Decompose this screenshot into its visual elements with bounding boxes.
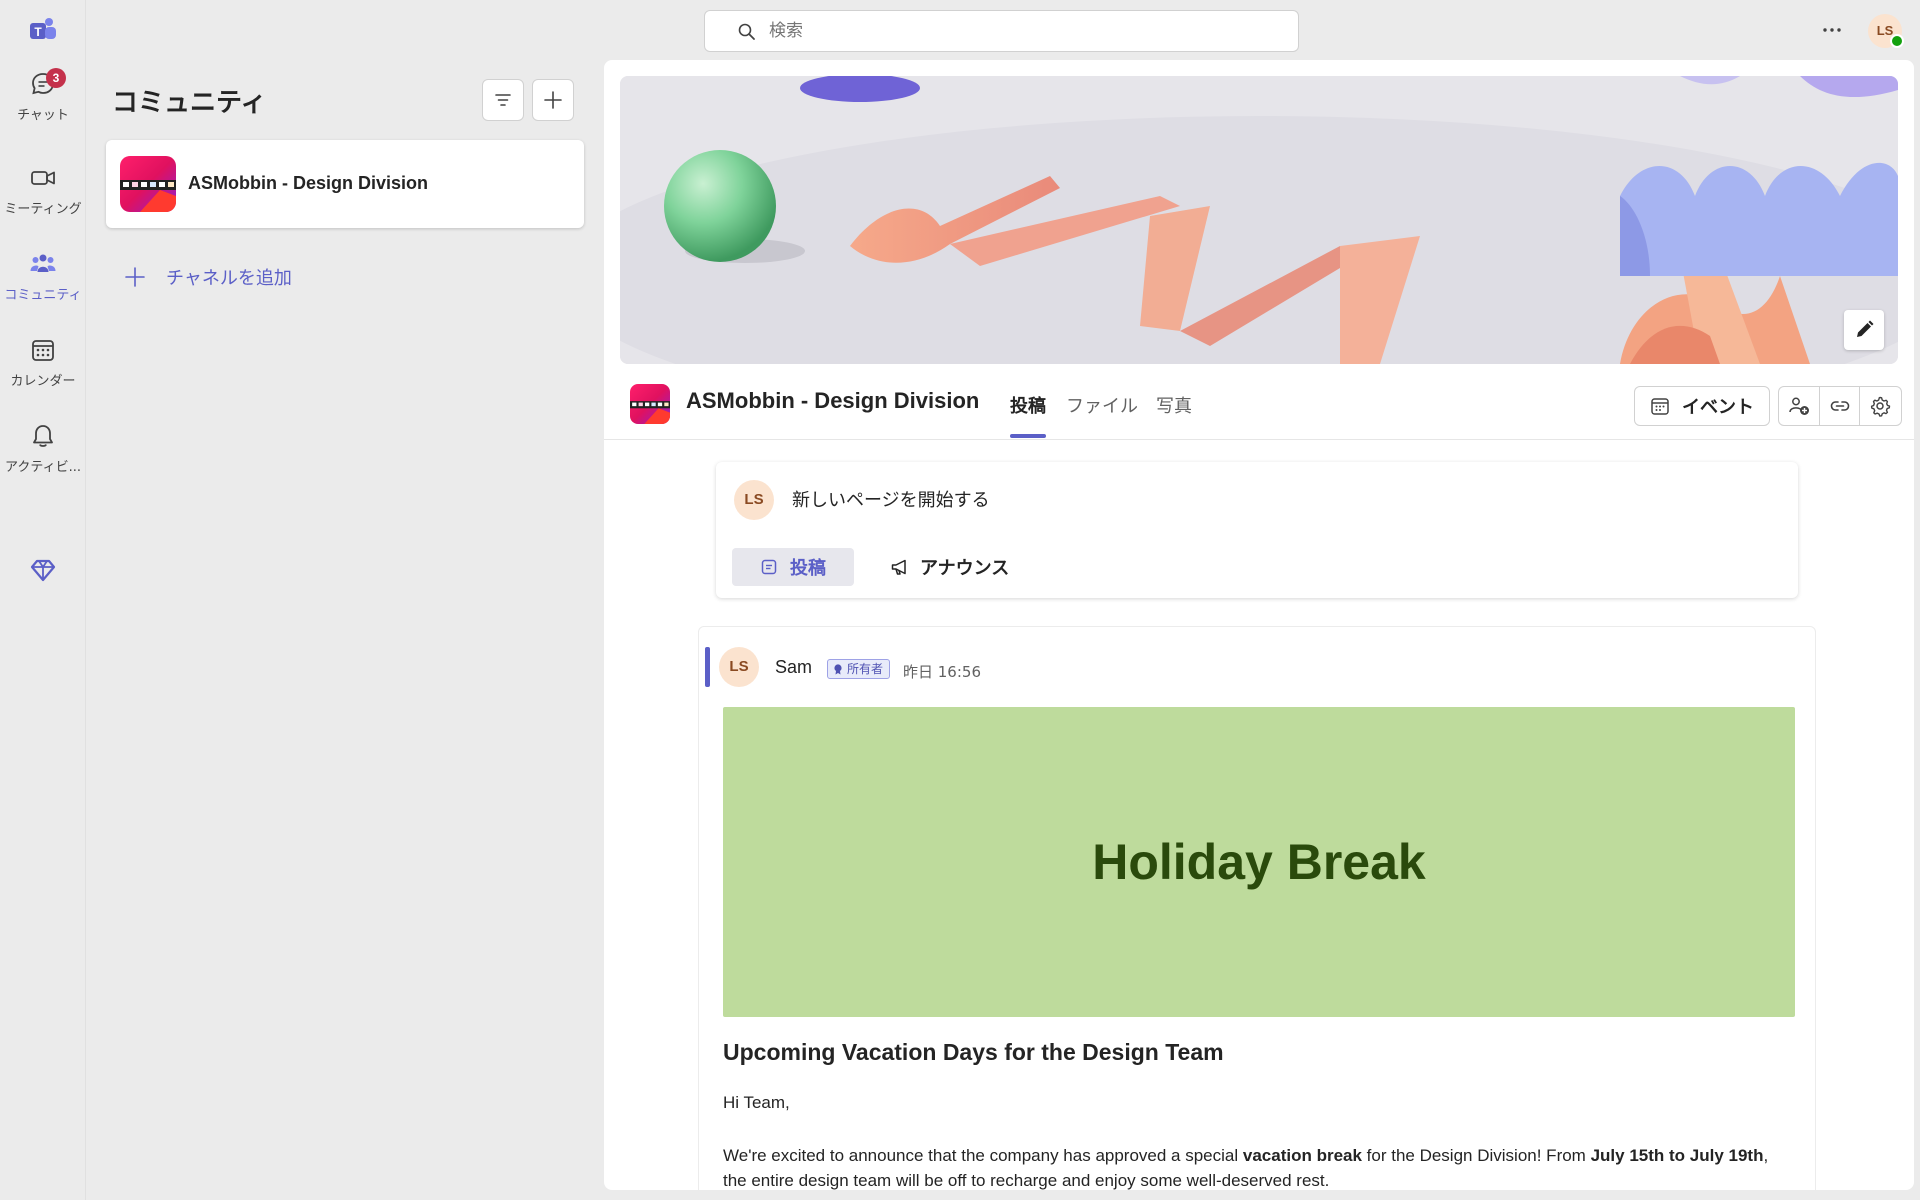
- author-name[interactable]: Sam: [775, 657, 812, 678]
- add-people-icon: [1789, 397, 1809, 415]
- post-timestamp: 昨日 16:56: [903, 663, 981, 681]
- rail-item-label: チャット: [17, 108, 69, 123]
- teams-logo-icon[interactable]: T: [28, 17, 58, 43]
- community-name: ASMobbin - Design Division: [188, 173, 429, 193]
- post-body-text: for the Design Division! From: [1361, 1146, 1591, 1165]
- post-type-post-button[interactable]: 投稿: [732, 548, 854, 586]
- rail-item-communities[interactable]: コミュニティ: [0, 250, 86, 330]
- post-type-announcement-label: アナウンス: [920, 558, 1010, 579]
- author-avatar[interactable]: LS: [719, 647, 759, 687]
- search-icon: [738, 23, 755, 40]
- tab-posts[interactable]: 投稿: [1010, 392, 1046, 418]
- search-box[interactable]: [704, 10, 1299, 52]
- community-list-item[interactable]: ASMobbin - Design Division: [106, 140, 584, 228]
- calendar-icon: [1651, 398, 1669, 415]
- more-options-icon[interactable]: [1818, 16, 1846, 44]
- video-camera-icon: [31, 171, 55, 185]
- edit-cover-button[interactable]: [1844, 310, 1884, 350]
- premium-diamond-icon[interactable]: [29, 556, 57, 584]
- composer-avatar: LS: [734, 480, 774, 520]
- community-cover-image: [620, 76, 1898, 364]
- start-new-post-prompt[interactable]: 新しいページを開始する: [792, 486, 990, 512]
- link-icon: [1830, 401, 1849, 411]
- post-body-text: We're excited to announce that the compa…: [723, 1146, 1243, 1165]
- svg-text:T: T: [34, 25, 42, 39]
- owner-badge-label: 所有者: [847, 662, 884, 676]
- app-rail: T チャット 3 ミーティング コミュニティ カレンダー アクティビ...: [0, 0, 86, 1200]
- add-channel-label: チャネルを追加: [166, 268, 292, 289]
- copy-link-button[interactable]: [1820, 387, 1861, 425]
- post-title: Upcoming Vacation Days for the Design Te…: [723, 1039, 1224, 1065]
- post-greeting: Hi Team,: [723, 1093, 790, 1112]
- add-member-button[interactable]: [1779, 387, 1820, 425]
- post-body-bold: vacation break: [1242, 1146, 1362, 1165]
- post-type-post-label: 投稿: [790, 558, 826, 579]
- rail-item-label: コミュニティ: [4, 288, 82, 303]
- banner-text: Holiday Break: [1092, 834, 1426, 890]
- rail-item-label: ミーティング: [4, 202, 82, 217]
- rail-item-meetings[interactable]: ミーティング: [0, 164, 86, 244]
- rail-item-calendar[interactable]: カレンダー: [0, 336, 86, 416]
- filter-icon: [495, 94, 511, 106]
- post-card: LS Sam 所有者 昨日 16:56 Holiday Break Upcomi…: [698, 626, 1816, 1190]
- rail-item-label: アクティビ...: [5, 460, 81, 475]
- community-title: ASMobbin - Design Division: [686, 388, 980, 413]
- post-body: We're excited to announce that the compa…: [723, 1143, 1783, 1190]
- post-body-bold: July 15th to July 19th: [1590, 1146, 1764, 1165]
- event-button[interactable]: イベント: [1634, 386, 1770, 426]
- community-settings-button[interactable]: [1860, 387, 1901, 425]
- community-avatar: [120, 156, 176, 212]
- community-header: ASMobbin - Design Division 投稿 ファイル 写真 イベ…: [604, 364, 1914, 440]
- award-icon: [834, 664, 842, 675]
- plus-icon: [544, 91, 562, 109]
- post-composer: LS 新しいページを開始する 投稿 アナウンス: [716, 462, 1798, 598]
- post-header-banner: Holiday Break: [723, 707, 1795, 1017]
- bell-icon: [33, 425, 53, 447]
- community-main-panel: ASMobbin - Design Division 投稿 ファイル 写真 イベ…: [604, 60, 1914, 1190]
- post-icon: [761, 559, 777, 575]
- rail-item-activity[interactable]: アクティビ...: [0, 422, 86, 502]
- event-button-label: イベント: [1682, 397, 1754, 418]
- tab-photos[interactable]: 写真: [1156, 392, 1192, 418]
- search-input[interactable]: [769, 16, 1269, 46]
- rail-item-label: カレンダー: [10, 374, 76, 389]
- rail-item-chat[interactable]: チャット: [0, 70, 86, 150]
- filter-button[interactable]: [482, 79, 524, 121]
- create-community-button[interactable]: [532, 79, 574, 121]
- owner-badge: 所有者: [827, 659, 891, 679]
- chat-unread-badge: 3: [46, 68, 66, 88]
- add-channel-button[interactable]: チャネルを追加: [124, 262, 292, 292]
- community-avatar: [630, 384, 670, 424]
- plus-icon: [125, 267, 145, 287]
- tab-files[interactable]: ファイル: [1066, 392, 1138, 418]
- gear-icon: [1871, 396, 1891, 417]
- presence-available-indicator: [1890, 34, 1904, 48]
- post-accent-bar: [705, 647, 710, 687]
- community-actions-group: [1778, 386, 1902, 426]
- community-people-icon: [30, 254, 56, 272]
- calendar-icon: [32, 340, 54, 361]
- active-tab-indicator: [1010, 434, 1046, 438]
- pencil-icon: [1857, 320, 1874, 337]
- post-type-announcement-button[interactable]: アナウンス: [890, 548, 1009, 586]
- megaphone-icon: [891, 559, 906, 575]
- panel-title: コミュニティ: [112, 88, 267, 118]
